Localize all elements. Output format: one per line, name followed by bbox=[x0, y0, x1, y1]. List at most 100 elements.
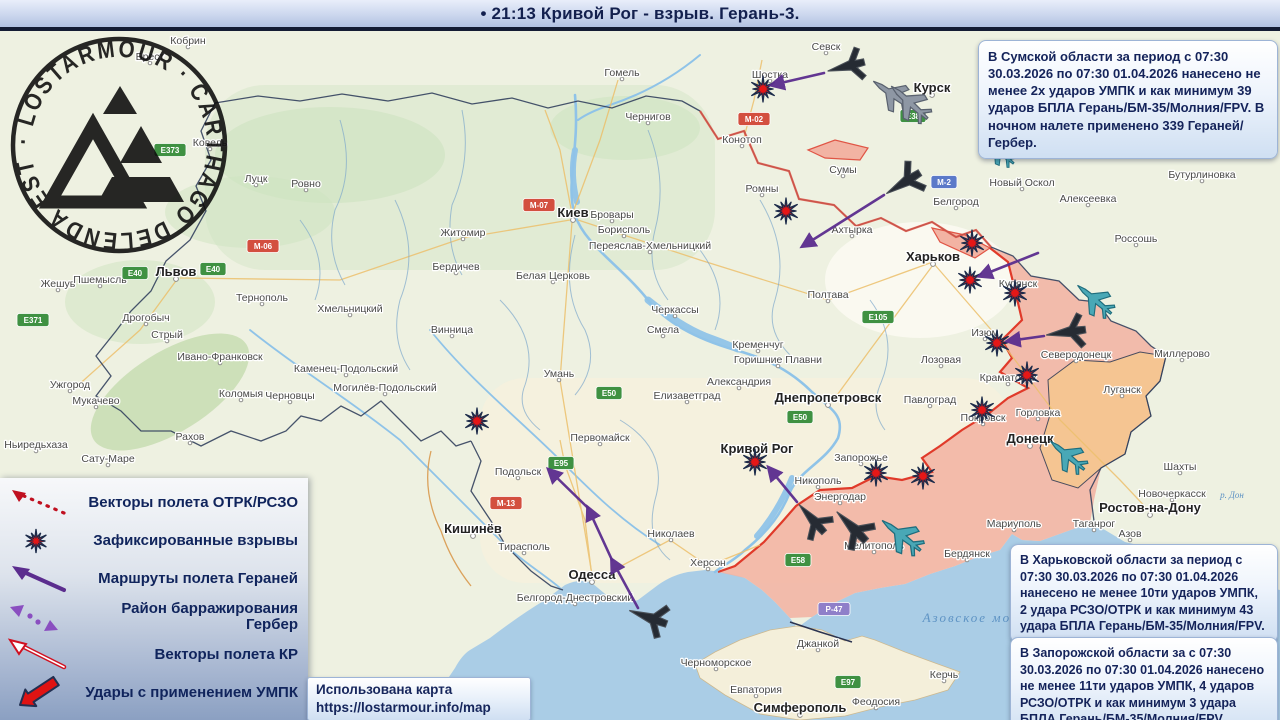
lostarmour-logo: · LOSTARMOUR · CARTHAGO DELENDA EST bbox=[8, 34, 230, 256]
city-label: Дрогобыч bbox=[122, 312, 169, 324]
city-label: Белгород-Днестровский bbox=[517, 592, 634, 604]
city-label: Кременчуг bbox=[732, 339, 783, 351]
legend-label: Маршруты полета Гераней bbox=[72, 571, 298, 588]
city-label: Шостка bbox=[752, 69, 788, 81]
ticker-text: • 21:13 Кривой Рог - взрыв. Герань-3. bbox=[480, 4, 799, 24]
city-label: Умань bbox=[544, 368, 575, 380]
city-label: Никополь bbox=[795, 475, 842, 487]
city-label: Александрия bbox=[707, 376, 771, 388]
explosion-icon bbox=[6, 523, 72, 559]
city-label: Кривой Рог bbox=[721, 441, 795, 456]
geran-route-icon bbox=[6, 561, 72, 597]
city-label: Азов bbox=[1118, 528, 1142, 540]
city-label: Рахов bbox=[175, 431, 204, 443]
city-label: Харьков bbox=[906, 249, 960, 264]
road-badge-label: М-06 bbox=[254, 242, 273, 251]
city-label: Новый Оскол bbox=[989, 177, 1054, 189]
city-label: Чернигов bbox=[625, 111, 671, 123]
source-caption: Использована карта bbox=[316, 681, 522, 699]
city-label: Евпатория bbox=[730, 684, 782, 696]
city-label: Курск bbox=[914, 80, 951, 95]
city-label: Сумы bbox=[829, 164, 856, 176]
city-label: Сату-Маре bbox=[81, 453, 135, 465]
city-label: Гомель bbox=[604, 67, 640, 79]
legend-row-umpk: Удары с применением УМПК bbox=[0, 674, 308, 712]
legend-label: Векторы полета ОТРК/РСЗО bbox=[72, 495, 298, 512]
city-label: Стрый bbox=[151, 329, 183, 341]
city-label: Энергодар bbox=[814, 491, 866, 503]
city-label: Пшемысль bbox=[73, 274, 127, 286]
city-label: Луцк bbox=[245, 173, 268, 185]
city-label: Черкассы bbox=[651, 304, 698, 316]
legend-row-geran: Маршруты полета Гераней bbox=[0, 560, 308, 598]
city-label: Донецк bbox=[1007, 431, 1054, 446]
legend-label: Зафиксированные взрывы bbox=[72, 533, 298, 550]
umpk-strike-icon bbox=[6, 675, 72, 711]
city-label: Ромны bbox=[746, 183, 779, 195]
road-badge-label: Р-47 bbox=[826, 605, 843, 614]
road-badge-label: Е97 bbox=[841, 678, 856, 687]
city-label: Бровары bbox=[590, 209, 633, 221]
city-label: Белгород bbox=[933, 196, 979, 208]
city-label: Конотоп bbox=[722, 134, 762, 146]
city-label: Житомир bbox=[440, 227, 485, 239]
road-badge-label: М-2 bbox=[937, 178, 951, 187]
city-label: Белая Церковь bbox=[516, 270, 591, 282]
city-label: Запорожье bbox=[834, 452, 888, 464]
map-frame: БрестКобринГомельЖешувПшемысльЛьвовКовел… bbox=[0, 0, 1280, 720]
infobox-kharkiv: В Харьковской области за период с 07:30 … bbox=[1010, 544, 1278, 643]
city-label: Тернополь bbox=[236, 292, 289, 304]
city-label: Феодосия bbox=[852, 696, 900, 708]
otrk-vector-icon bbox=[6, 485, 72, 521]
gerber-loiter-icon bbox=[6, 599, 72, 635]
legend-label: Векторы полета КР bbox=[72, 647, 298, 664]
legend-row-kr: Векторы полета КР bbox=[0, 636, 308, 674]
road-badge-label: Е95 bbox=[554, 459, 569, 468]
road-badge-label: М-02 bbox=[745, 115, 764, 124]
city-label: Алексеевка bbox=[1060, 193, 1117, 205]
city-label: Тирасполь bbox=[498, 541, 550, 553]
city-label: Ужгород bbox=[50, 379, 90, 391]
city-label: Россошь bbox=[1115, 233, 1158, 245]
city-label: Мариуполь bbox=[987, 518, 1042, 530]
source-url[interactable]: https://lostarmour.info/map bbox=[316, 699, 522, 717]
road-badge-label: Е40 bbox=[128, 269, 143, 278]
city-label: Севск bbox=[812, 41, 841, 53]
legend-explosion-glyph bbox=[26, 529, 47, 553]
road-badge-label: М-13 bbox=[497, 499, 516, 508]
city-label: Каменец-Подольский bbox=[294, 363, 398, 375]
legend-panel: Векторы полета ОТРК/РСЗО Зафиксированные… bbox=[0, 478, 308, 720]
city-label: Смела bbox=[647, 324, 679, 336]
city-label: Бердянск bbox=[944, 548, 990, 560]
city-label: Ньиредьхаза bbox=[4, 439, 68, 451]
city-label: Шахты bbox=[1164, 461, 1197, 473]
city-label: Днепропетровск bbox=[775, 390, 882, 405]
city-label: Ивано-Франковск bbox=[177, 351, 263, 363]
city-label: Могилёв-Подольский bbox=[333, 382, 437, 394]
water-label: р. Дон bbox=[1219, 490, 1244, 500]
map-source-box: Использована карта https://lostarmour.in… bbox=[307, 677, 531, 720]
city-label: Черноморское bbox=[681, 657, 752, 669]
kr-vector-icon bbox=[6, 637, 72, 673]
legend-row-explosions: Зафиксированные взрывы bbox=[0, 522, 308, 560]
city-label: Джанкой bbox=[797, 638, 839, 650]
legend-label: Район барражирования Гербер bbox=[72, 601, 298, 634]
city-label: Ростов-на-Дону bbox=[1099, 500, 1201, 515]
city-label: Жешув bbox=[41, 278, 76, 290]
city-label: Коломыя bbox=[219, 388, 263, 400]
city-label: Лозовая bbox=[921, 354, 961, 366]
city-label: Бутурлиновка bbox=[1168, 169, 1235, 181]
city-label: Кишинёв bbox=[444, 521, 502, 536]
city-label: Елизаветград bbox=[653, 390, 720, 402]
legend-label: Удары с применением УМПК bbox=[72, 685, 298, 702]
city-label: Горишние Плавни bbox=[734, 354, 822, 366]
legend-row-gerber: Район барражирования Гербер bbox=[0, 598, 308, 636]
logo-triangles-icon bbox=[50, 86, 184, 202]
city-label: Борисполь bbox=[598, 224, 651, 236]
road-badge-label: М-07 bbox=[530, 201, 549, 210]
city-label: Луганск bbox=[1103, 384, 1141, 396]
road-badge-label: Е50 bbox=[602, 389, 617, 398]
ticker-bar: • 21:13 Кривой Рог - взрыв. Герань-3. bbox=[0, 0, 1280, 31]
road-badge-label: Е105 bbox=[869, 313, 888, 322]
city-label: Киев bbox=[557, 205, 588, 220]
